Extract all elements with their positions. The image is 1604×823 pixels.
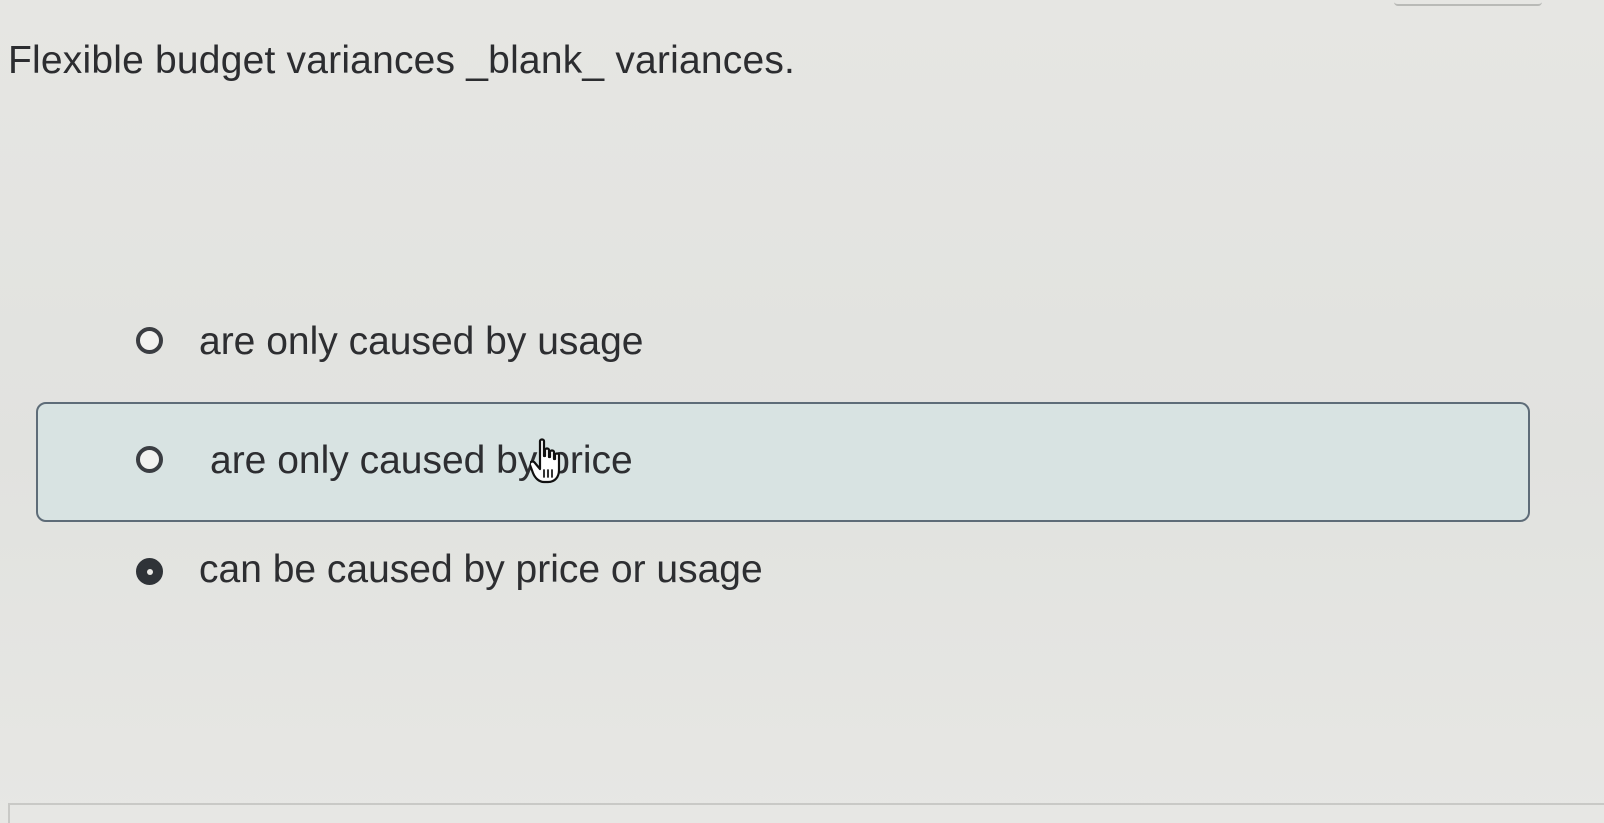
top-right-divider	[1394, 0, 1542, 6]
radio-button-icon[interactable]	[136, 558, 163, 585]
radio-button-icon[interactable]	[136, 327, 163, 354]
answer-label: are only caused by price	[210, 439, 633, 482]
answer-option-price-or-usage[interactable]: can be caused by price or usage	[36, 520, 1530, 620]
answer-option-usage[interactable]: are only caused by usage	[36, 300, 1530, 400]
answer-label: can be caused by price or usage	[199, 548, 763, 591]
answer-label: are only caused by usage	[199, 320, 644, 363]
bottom-panel-border	[8, 803, 1604, 823]
answer-option-price[interactable]: are only caused by price	[36, 402, 1530, 522]
hand-pointer-icon	[530, 438, 561, 484]
quiz-page: Flexible budget variances _blank_ varian…	[0, 0, 1604, 823]
radio-button-icon[interactable]	[136, 446, 163, 473]
question-text: Flexible budget variances _blank_ varian…	[8, 39, 796, 82]
